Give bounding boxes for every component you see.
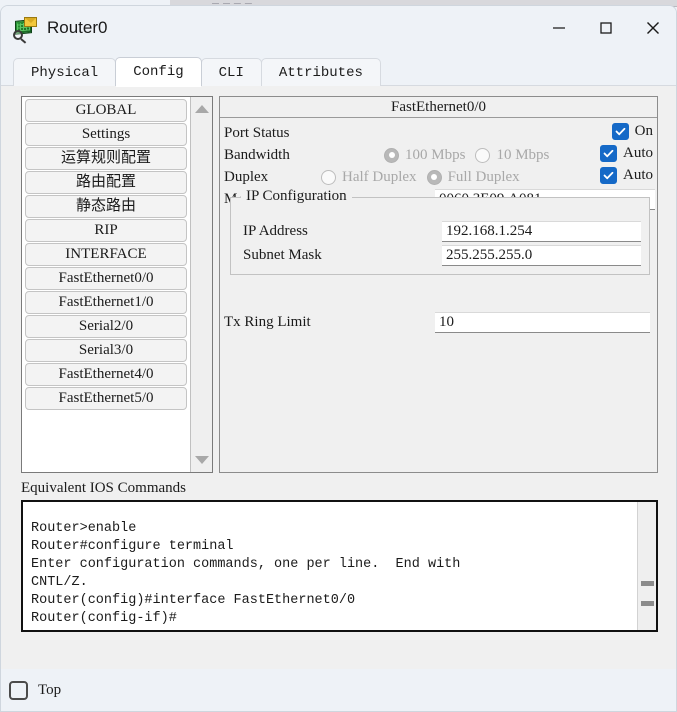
packet-tracer-device-window: — — — — Router0 Physical Config CLI Attr… — [0, 0, 677, 712]
minimize-button[interactable] — [535, 6, 582, 50]
sidebar-item-rip[interactable]: RIP — [25, 219, 187, 242]
tx-ring-limit-label: Tx Ring Limit — [224, 313, 311, 330]
sidebar-item-interface[interactable]: INTERFACE — [25, 243, 187, 266]
port-status-row: Port Status On — [220, 122, 657, 144]
top-checkbox[interactable] — [9, 680, 28, 700]
title-bar: Router0 — [1, 6, 676, 50]
ios-commands-console: Router>enable Router#configure terminal … — [21, 500, 658, 632]
sidebar-item-fastethernet1-0[interactable]: FastEthernet1/0 — [25, 291, 187, 314]
port-status-on-label: On — [634, 123, 653, 139]
title-bar-left: Router0 — [1, 16, 108, 44]
port-status-label: Port Status — [224, 124, 290, 141]
ip-address-input[interactable] — [441, 220, 641, 242]
subnet-mask-input[interactable] — [441, 244, 641, 266]
config-navigation-panel: GLOBAL Settings 运算规则配置 路由配置 静态路由 RIP INT… — [21, 96, 213, 473]
magnifier-handle-icon — [20, 38, 27, 44]
bandwidth-auto-controls: Auto — [600, 145, 653, 162]
bandwidth-radio-group: 100 Mbps 10 Mbps — [384, 147, 553, 164]
tab-cli[interactable]: CLI — [200, 58, 262, 86]
sidebar-item-settings[interactable]: Settings — [25, 123, 187, 146]
config-tab-content: GLOBAL Settings 运算规则配置 路由配置 静态路由 RIP INT… — [1, 86, 676, 711]
duplex-half-radio[interactable] — [321, 169, 336, 185]
sidebar-item-static-routing[interactable]: 静态路由 — [25, 195, 187, 218]
bandwidth-10mbps-label: 10 Mbps — [496, 146, 550, 163]
router-magnifier-icon — [13, 16, 37, 44]
bandwidth-auto-label: Auto — [623, 145, 653, 161]
sidebar-item-fastethernet0-0[interactable]: FastEthernet0/0 — [25, 267, 187, 290]
subnet-mask-label: Subnet Mask — [243, 246, 322, 263]
maximize-button[interactable] — [582, 6, 629, 50]
router-config-window: Router0 Physical Config CLI Attributes G… — [0, 5, 677, 712]
bandwidth-row: Bandwidth 100 Mbps 10 Mbps Auto — [220, 144, 657, 166]
triangle-down-icon[interactable] — [191, 450, 213, 470]
window-title: Router0 — [47, 18, 108, 37]
sidebar-item-global[interactable]: GLOBAL — [25, 99, 187, 122]
duplex-row: Duplex Half Duplex Full Duplex Auto — [220, 166, 657, 188]
equivalent-ios-commands-title: Equivalent IOS Commands — [21, 480, 186, 496]
top-checkbox-label: Top — [38, 681, 62, 698]
console-scroll-mark-down-icon[interactable] — [641, 601, 654, 606]
duplex-full-radio[interactable] — [426, 169, 442, 185]
duplex-auto-checkbox[interactable] — [600, 167, 617, 184]
bandwidth-label: Bandwidth — [224, 146, 290, 163]
bandwidth-100mbps-radio[interactable] — [384, 147, 399, 163]
sidebar-item-algorithm-settings[interactable]: 运算规则配置 — [25, 147, 187, 170]
port-status-controls: On — [611, 123, 653, 140]
sidebar-item-serial3-0[interactable]: Serial3/0 — [25, 339, 187, 362]
config-navigation-list: GLOBAL Settings 运算规则配置 路由配置 静态路由 RIP INT… — [22, 97, 190, 472]
tx-ring-limit-input[interactable] — [435, 311, 650, 333]
bandwidth-auto-checkbox[interactable] — [600, 145, 617, 162]
duplex-radio-group: Half Duplex Full Duplex — [321, 169, 524, 186]
interface-panel-title: FastEthernet0/0 — [220, 97, 657, 118]
sidebar-item-routing[interactable]: 路由配置 — [25, 171, 187, 194]
ip-configuration-group: IP Configuration IP Address Subnet Mask — [230, 188, 650, 275]
tab-attributes[interactable]: Attributes — [260, 58, 381, 86]
sidebar-scrollbar[interactable] — [190, 97, 212, 472]
duplex-auto-label: Auto — [623, 167, 653, 183]
console-scrollbar[interactable] — [637, 502, 656, 630]
tx-ring-limit-row: Tx Ring Limit — [220, 311, 657, 333]
envelope-icon — [24, 17, 37, 27]
window-controls — [535, 6, 676, 50]
triangle-up-icon[interactable] — [191, 99, 213, 119]
duplex-auto-controls: Auto — [600, 167, 653, 184]
ios-commands-text: Router>enable Router#configure terminal … — [31, 521, 461, 626]
tab-physical[interactable]: Physical — [13, 58, 117, 86]
console-scroll-mark-up-icon[interactable] — [641, 581, 654, 586]
bandwidth-100mbps-label: 100 Mbps — [405, 146, 466, 163]
duplex-full-label: Full Duplex — [447, 168, 520, 185]
ip-address-label: IP Address — [243, 222, 308, 239]
ip-address-row: IP Address — [243, 220, 641, 242]
close-button[interactable] — [629, 6, 676, 50]
tab-bar: Physical Config CLI Attributes — [1, 56, 676, 87]
bottom-bar: Top — [1, 669, 676, 711]
port-status-checkbox[interactable] — [611, 123, 629, 140]
duplex-half-label: Half Duplex — [342, 168, 417, 185]
interface-config-panel: FastEthernet0/0 Port Status On Bandwidth… — [219, 96, 658, 473]
tab-config[interactable]: Config — [115, 57, 202, 87]
sidebar-item-fastethernet5-0[interactable]: FastEthernet5/0 — [25, 387, 187, 410]
subnet-mask-row: Subnet Mask — [243, 244, 641, 266]
sidebar-item-serial2-0[interactable]: Serial2/0 — [25, 315, 187, 338]
sidebar-item-fastethernet4-0[interactable]: FastEthernet4/0 — [25, 363, 187, 386]
ip-configuration-legend: IP Configuration — [241, 188, 352, 205]
bandwidth-10mbps-radio[interactable] — [475, 147, 491, 163]
duplex-label: Duplex — [224, 168, 269, 185]
